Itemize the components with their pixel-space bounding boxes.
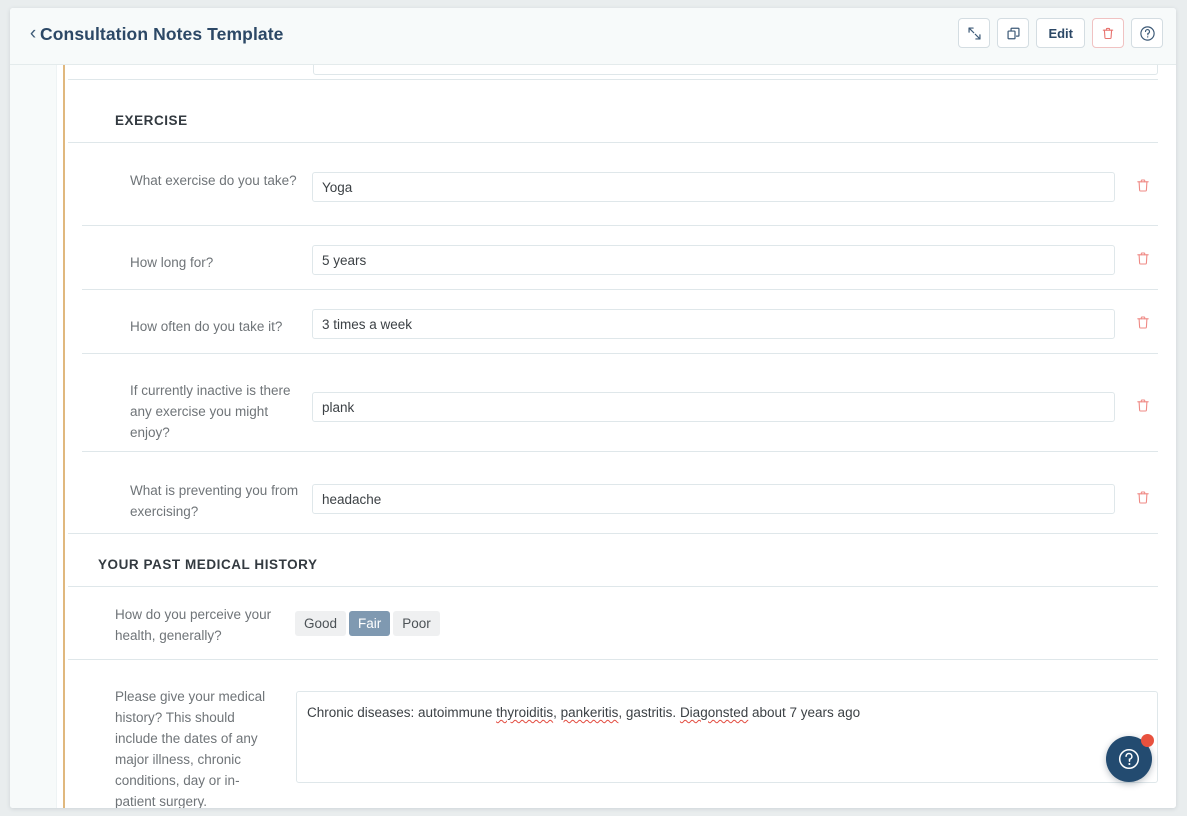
- divider: [82, 225, 1158, 226]
- delete-button[interactable]: [1092, 18, 1124, 48]
- expand-icon: [967, 26, 982, 41]
- divider: [68, 533, 1158, 534]
- question-label: How long for?: [130, 252, 305, 273]
- form-scroll-area[interactable]: EXERCISE What exercise do you take? How …: [10, 65, 1176, 808]
- left-gutter: [10, 65, 57, 808]
- scrolled-off-input[interactable]: [313, 65, 1158, 75]
- divider: [68, 586, 1158, 587]
- divider: [82, 289, 1158, 290]
- question-input[interactable]: [312, 172, 1115, 202]
- health-perception-choices: Good Fair Poor: [295, 611, 440, 636]
- divider: [68, 659, 1158, 660]
- notification-dot: [1141, 734, 1154, 747]
- header-toolbar: Edit: [958, 18, 1163, 48]
- question-label: Please give your medical history? This s…: [115, 686, 275, 808]
- template-modal: ‹ Consultation Notes Template: [10, 8, 1176, 808]
- divider: [82, 451, 1158, 452]
- help-button[interactable]: [1131, 18, 1163, 48]
- duplicate-button[interactable]: [997, 18, 1029, 48]
- question-label: How often do you take it?: [130, 316, 320, 337]
- section-guide-line: [63, 65, 65, 808]
- expand-button[interactable]: [958, 18, 990, 48]
- question-input[interactable]: [312, 392, 1115, 422]
- duplicate-icon: [1006, 26, 1021, 41]
- chevron-left-icon[interactable]: ‹: [26, 23, 40, 45]
- row-delete-icon[interactable]: [1135, 250, 1153, 270]
- choice-fair[interactable]: Fair: [349, 611, 390, 636]
- question-label: What exercise do you take?: [130, 170, 305, 191]
- section-heading-medical-history: YOUR PAST MEDICAL HISTORY: [98, 557, 318, 572]
- question-circle-icon: [1116, 746, 1142, 772]
- question-input[interactable]: [312, 245, 1115, 275]
- divider: [82, 353, 1158, 354]
- question-circle-icon: [1139, 25, 1156, 42]
- section-heading-exercise: EXERCISE: [115, 113, 188, 128]
- choice-poor[interactable]: Poor: [393, 611, 440, 636]
- divider: [68, 79, 1158, 80]
- trash-icon: [1101, 26, 1115, 41]
- row-delete-icon[interactable]: [1135, 314, 1153, 334]
- page-title: Consultation Notes Template: [40, 22, 284, 46]
- choice-good[interactable]: Good: [295, 611, 346, 636]
- question-label: How do you perceive your health, general…: [115, 604, 290, 646]
- edit-button[interactable]: Edit: [1036, 18, 1085, 48]
- row-delete-icon[interactable]: [1135, 397, 1153, 417]
- row-delete-icon[interactable]: [1135, 489, 1153, 509]
- question-input[interactable]: [312, 484, 1115, 514]
- medical-history-textarea[interactable]: Chronic diseases: autoimmune thyroiditis…: [296, 691, 1158, 783]
- modal-header: ‹ Consultation Notes Template: [10, 8, 1176, 65]
- question-label: If currently inactive is there any exerc…: [130, 380, 305, 443]
- question-label: What is preventing you from exercising?: [130, 480, 310, 522]
- question-input[interactable]: [312, 309, 1115, 339]
- divider: [68, 142, 1158, 143]
- row-delete-icon[interactable]: [1135, 177, 1153, 197]
